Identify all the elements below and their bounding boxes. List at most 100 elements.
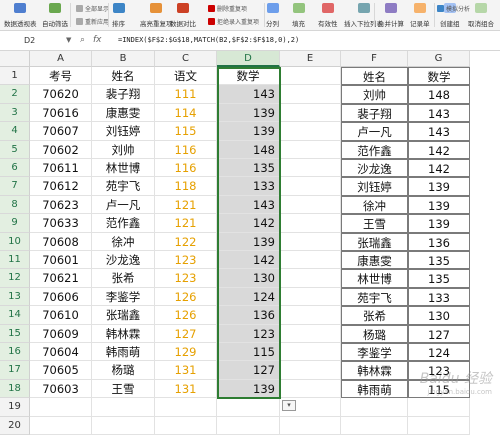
ribbon-consolidate-button[interactable]: 合并计算 <box>378 0 404 30</box>
table-cell[interactable]: 133 <box>217 177 280 196</box>
fx-button[interactable]: fx <box>93 34 102 47</box>
cell-empty[interactable] <box>280 379 341 399</box>
table-cell[interactable]: 刘钰婷 <box>92 122 155 141</box>
cell-empty[interactable] <box>280 269 341 288</box>
column-header-d[interactable]: D <box>217 51 280 67</box>
table-cell[interactable]: 林世博 <box>92 159 155 178</box>
lookup-cell[interactable]: 范作鑫 <box>341 140 408 159</box>
row-header-6[interactable]: 6 <box>0 159 30 178</box>
table-cell[interactable]: 118 <box>155 177 217 196</box>
column-header-c[interactable]: C <box>155 51 217 67</box>
table-cell[interactable]: 卢一凡 <box>92 195 155 215</box>
row-header-14[interactable]: 14 <box>0 306 30 325</box>
table-cell[interactable]: 123 <box>155 269 217 288</box>
lookup-cell[interactable]: 139 <box>408 195 470 215</box>
lookup-cell[interactable]: 127 <box>408 324 470 343</box>
cell-empty[interactable] <box>280 361 341 380</box>
lookup-cell[interactable]: 刘帅 <box>341 85 408 104</box>
table-cell[interactable]: 70623 <box>30 195 92 215</box>
paste-options-icon[interactable]: ▾ <box>282 400 296 412</box>
formula-input[interactable]: =INDEX($F$2:$G$18,MATCH(B2,$F$2:$F$18,0)… <box>118 34 299 47</box>
lookup-header-cell[interactable]: 姓名 <box>341 67 408 86</box>
select-all-corner[interactable] <box>0 51 30 67</box>
table-cell[interactable]: 139 <box>217 232 280 251</box>
table-cell[interactable]: 张希 <box>92 269 155 288</box>
column-header-a[interactable]: A <box>30 51 92 67</box>
cell-empty[interactable] <box>92 398 155 417</box>
table-header-cell[interactable]: 数学 <box>217 67 280 86</box>
table-header-cell[interactable]: 姓名 <box>92 67 155 86</box>
cell-empty[interactable] <box>280 159 341 178</box>
row-header-1[interactable]: 1 <box>0 67 30 86</box>
cell-empty[interactable] <box>280 103 341 123</box>
lookup-cell[interactable]: 林世博 <box>341 269 408 288</box>
table-cell[interactable]: 70612 <box>30 177 92 196</box>
lookup-cell[interactable]: 142 <box>408 140 470 159</box>
table-cell[interactable]: 70602 <box>30 140 92 159</box>
table-cell[interactable]: 124 <box>217 287 280 307</box>
table-cell[interactable]: 张瑞鑫 <box>92 306 155 325</box>
table-cell[interactable]: 康惠雯 <box>92 103 155 123</box>
lookup-cell[interactable]: 135 <box>408 251 470 270</box>
cell-empty[interactable] <box>280 140 341 159</box>
table-cell[interactable]: 135 <box>217 159 280 178</box>
table-cell[interactable]: 韩雨萌 <box>92 343 155 362</box>
table-cell[interactable]: 121 <box>155 214 217 233</box>
cell-empty[interactable] <box>280 343 341 362</box>
table-cell[interactable]: 70610 <box>30 306 92 325</box>
zoom-icon[interactable]: ⌕ <box>80 34 85 47</box>
lookup-cell[interactable]: 139 <box>408 177 470 196</box>
table-cell[interactable]: 70608 <box>30 232 92 251</box>
cell-empty[interactable] <box>280 177 341 196</box>
cell-empty[interactable] <box>280 416 341 435</box>
table-cell[interactable]: 苑宇飞 <box>92 177 155 196</box>
table-cell[interactable]: 148 <box>217 140 280 159</box>
table-cell[interactable]: 70621 <box>30 269 92 288</box>
table-cell[interactable]: 徐冲 <box>92 232 155 251</box>
lookup-cell[interactable]: 143 <box>408 122 470 141</box>
row-header-17[interactable]: 17 <box>0 361 30 380</box>
row-header-7[interactable]: 7 <box>0 177 30 196</box>
table-cell[interactable]: 143 <box>217 195 280 215</box>
table-cell[interactable]: 115 <box>217 343 280 362</box>
table-cell[interactable]: 70607 <box>30 122 92 141</box>
table-cell[interactable]: 126 <box>155 306 217 325</box>
table-cell[interactable]: 70601 <box>30 251 92 270</box>
table-cell[interactable]: 139 <box>217 379 280 399</box>
row-header-19[interactable]: 19 <box>0 398 30 417</box>
cell-empty[interactable] <box>280 85 341 104</box>
row-header-12[interactable]: 12 <box>0 269 30 288</box>
table-cell[interactable]: 沙龙逸 <box>92 251 155 270</box>
row-header-8[interactable]: 8 <box>0 195 30 215</box>
cell-empty[interactable] <box>280 251 341 270</box>
cell-empty[interactable] <box>280 195 341 215</box>
table-cell[interactable]: 李鉴学 <box>92 287 155 307</box>
ribbon-highlight-duplicates-button[interactable]: 高亮重复项 <box>140 0 173 30</box>
cell-empty[interactable] <box>341 398 408 417</box>
table-cell[interactable]: 127 <box>155 324 217 343</box>
table-header-cell[interactable]: 语文 <box>155 67 217 86</box>
table-cell[interactable]: 70633 <box>30 214 92 233</box>
table-cell[interactable]: 70606 <box>30 287 92 307</box>
column-header-b[interactable]: B <box>92 51 155 67</box>
row-header-10[interactable]: 10 <box>0 232 30 251</box>
chevron-down-icon[interactable]: ▼ <box>66 34 71 47</box>
cell-empty[interactable] <box>217 398 280 417</box>
cell-empty[interactable] <box>217 416 280 435</box>
table-cell[interactable]: 121 <box>155 195 217 215</box>
lookup-cell[interactable]: 143 <box>408 103 470 123</box>
cell-empty[interactable] <box>280 232 341 251</box>
ribbon-reapply2-button[interactable]: 重新应用 <box>76 16 109 26</box>
lookup-cell[interactable]: 张瑞鑫 <box>341 232 408 251</box>
ribbon-ungroup-button[interactable]: 取消组合 <box>468 0 494 30</box>
table-cell[interactable]: 裴子翔 <box>92 85 155 104</box>
table-cell[interactable]: 王雪 <box>92 379 155 399</box>
ribbon-filter-button[interactable]: 自动筛选 <box>42 0 68 30</box>
cell-empty[interactable] <box>280 287 341 307</box>
lookup-cell[interactable]: 张希 <box>341 306 408 325</box>
row-header-11[interactable]: 11 <box>0 251 30 270</box>
table-cell[interactable]: 136 <box>217 306 280 325</box>
table-cell[interactable]: 142 <box>217 214 280 233</box>
table-cell[interactable]: 杨璐 <box>92 361 155 380</box>
cell-empty[interactable] <box>280 67 341 86</box>
